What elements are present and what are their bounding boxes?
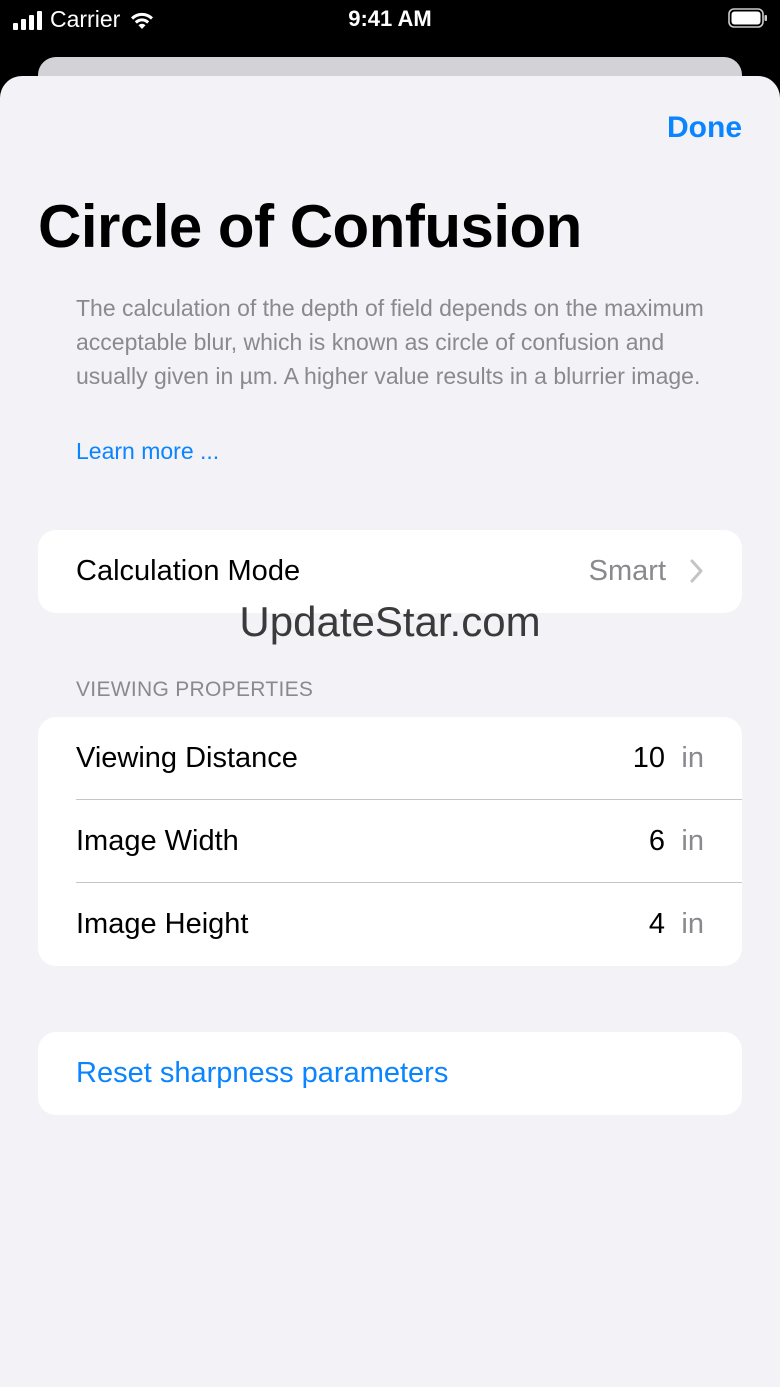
- learn-more-link[interactable]: Learn more ...: [76, 438, 219, 465]
- chevron-right-icon: [690, 559, 703, 583]
- image-width-row[interactable]: Image Width 6 in: [38, 800, 742, 883]
- battery-icon: [728, 8, 767, 28]
- viewing-distance-unit: in: [681, 742, 704, 774]
- viewing-properties-card: Viewing Distance 10 in Image Width 6 in …: [38, 717, 742, 966]
- reset-sharpness-button[interactable]: Reset sharpness parameters: [38, 1032, 742, 1115]
- viewing-properties-header: VIEWING PROPERTIES: [76, 678, 314, 701]
- image-height-label: Image Height: [76, 908, 249, 940]
- page-title: Circle of Confusion: [38, 193, 582, 260]
- viewing-distance-row[interactable]: Viewing Distance 10 in: [38, 717, 742, 800]
- calculation-mode-row[interactable]: Calculation Mode Smart: [38, 530, 742, 613]
- description-text: The calculation of the depth of field de…: [76, 295, 704, 389]
- reset-card: Reset sharpness parameters: [38, 1032, 742, 1115]
- calculation-mode-card: Calculation Mode Smart: [38, 530, 742, 613]
- image-height-unit: in: [681, 908, 704, 940]
- image-width-label: Image Width: [76, 825, 239, 857]
- image-height-value[interactable]: 4: [649, 908, 665, 941]
- calculation-mode-label: Calculation Mode: [76, 555, 301, 587]
- viewing-distance-label: Viewing Distance: [76, 742, 298, 774]
- image-width-value[interactable]: 6: [649, 825, 665, 858]
- viewing-distance-value[interactable]: 10: [633, 742, 665, 775]
- done-button[interactable]: Done: [667, 111, 742, 145]
- calculation-mode-value: Smart: [588, 555, 666, 587]
- status-time: 9:41 AM: [348, 6, 432, 31]
- status-bar: Carrier 9:41 AM: [0, 0, 780, 40]
- reset-sharpness-label: Reset sharpness parameters: [76, 1057, 449, 1089]
- image-width-unit: in: [681, 825, 704, 857]
- modal-sheet: Done Circle of Confusion The calculation…: [0, 76, 780, 1387]
- image-height-row[interactable]: Image Height 4 in: [38, 883, 742, 966]
